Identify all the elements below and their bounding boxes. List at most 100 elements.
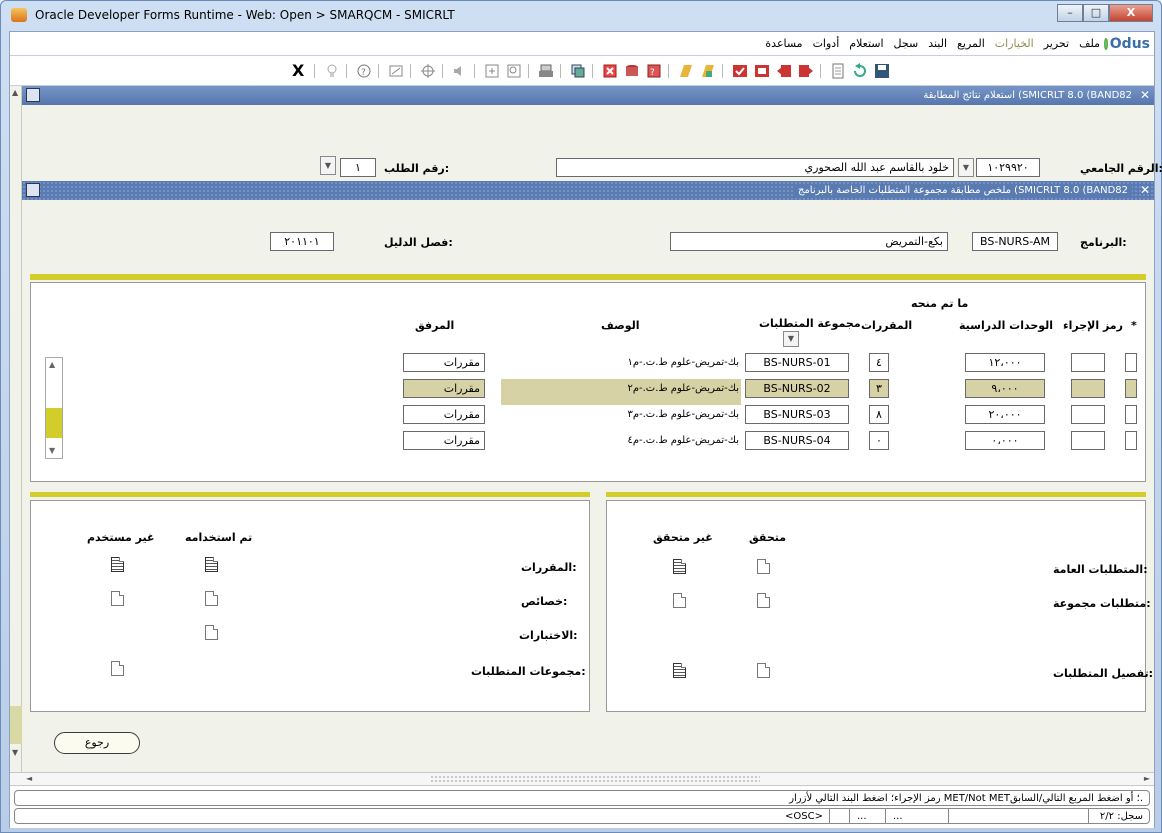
delete-record-icon[interactable] bbox=[602, 63, 618, 79]
lightbulb-icon[interactable] bbox=[324, 63, 340, 79]
edit-field-icon[interactable] bbox=[388, 63, 404, 79]
general-not-met-doc-icon[interactable] bbox=[673, 559, 686, 574]
grid-scroll-down-icon[interactable]: ▼ bbox=[49, 446, 55, 455]
group-met-doc-icon[interactable] bbox=[757, 593, 770, 608]
menu-options[interactable]: الخيارات bbox=[995, 37, 1034, 50]
credits-field: ٢٠،٠٠٠ bbox=[965, 405, 1045, 424]
attach-field[interactable]: مقررات bbox=[403, 353, 485, 372]
close-section-icon[interactable]: ✕ bbox=[1140, 88, 1150, 102]
courses-unused-doc-icon[interactable] bbox=[111, 557, 124, 572]
zoom-in-icon[interactable] bbox=[484, 63, 500, 79]
menu-file[interactable]: ملف bbox=[1079, 37, 1100, 50]
attach-field[interactable]: مقررات bbox=[403, 379, 485, 398]
menu-item[interactable]: البند bbox=[928, 37, 947, 50]
speaker-icon[interactable] bbox=[452, 63, 468, 79]
met-panel: متحقق غير متحقق المتطلبات العامة: متطلبا… bbox=[606, 500, 1153, 712]
request-no-lov-button[interactable]: ▼ bbox=[320, 156, 336, 175]
title-bar: Oracle Developer Forms Runtime - Web: Op… bbox=[1, 1, 1161, 29]
catalog-term-field: ٢٠١١٠١ bbox=[270, 232, 334, 251]
row-select-checkbox[interactable] bbox=[1125, 431, 1137, 450]
attributes-unused-doc-icon[interactable] bbox=[111, 591, 124, 606]
tests-label: الاختبارات: bbox=[519, 629, 578, 642]
credits-header: الوحدات الدراسية bbox=[959, 319, 1054, 332]
request-no-field[interactable]: ١ bbox=[340, 158, 376, 177]
close-section-icon[interactable]: ✕ bbox=[1140, 183, 1150, 197]
maximize-button[interactable]: □ bbox=[1083, 4, 1109, 22]
program-code-field[interactable]: BS-NURS-AM bbox=[972, 232, 1058, 251]
horizontal-scroll-track[interactable] bbox=[430, 775, 760, 784]
scroll-thumb[interactable] bbox=[10, 706, 22, 744]
menu-edit[interactable]: تحرير bbox=[1044, 37, 1069, 50]
action-code-field[interactable] bbox=[1071, 431, 1105, 450]
scroll-up-arrow-icon[interactable]: ▲ bbox=[12, 88, 18, 97]
menu-query[interactable]: استعلام bbox=[849, 37, 883, 50]
group-sort-button[interactable]: ▼ bbox=[783, 331, 799, 347]
help-icon[interactable]: ? bbox=[356, 63, 372, 79]
action-code-field[interactable] bbox=[1071, 353, 1105, 372]
grid-scroll-up-icon[interactable]: ▲ bbox=[49, 360, 55, 369]
database-icon[interactable] bbox=[624, 63, 640, 79]
crosshair-icon[interactable] bbox=[420, 63, 436, 79]
attach-field[interactable]: مقررات bbox=[403, 405, 485, 424]
groups-unused-doc-icon[interactable] bbox=[111, 661, 124, 676]
minimize-button[interactable]: – bbox=[1057, 4, 1083, 22]
general-met-doc-icon[interactable] bbox=[757, 559, 770, 574]
horizontal-scrollbar[interactable]: ◄ ► bbox=[10, 772, 1154, 786]
execute-query-icon[interactable] bbox=[700, 63, 716, 79]
document-icon[interactable] bbox=[830, 63, 846, 79]
detail-not-met-doc-icon[interactable] bbox=[673, 663, 686, 678]
toolbar: X ? ? bbox=[10, 56, 1154, 86]
menu-record[interactable]: سجل bbox=[894, 37, 919, 50]
courses-field: ٠ bbox=[869, 431, 889, 450]
row-select-checkbox[interactable] bbox=[1125, 353, 1137, 372]
courses-header: المقررات bbox=[861, 319, 913, 332]
menu-tools[interactable]: أدوات bbox=[813, 37, 840, 50]
grid-scroll-thumb[interactable] bbox=[46, 408, 62, 438]
rollback-icon[interactable] bbox=[852, 63, 868, 79]
action-code-field[interactable] bbox=[1071, 379, 1105, 398]
desc-header: الوصف bbox=[601, 319, 640, 332]
scroll-left-icon[interactable]: ◄ bbox=[26, 774, 32, 783]
save-record-icon[interactable] bbox=[732, 63, 748, 79]
row-select-checkbox[interactable] bbox=[1125, 405, 1137, 424]
row-select-checkbox[interactable] bbox=[1125, 379, 1137, 398]
canvas-vertical-scrollbar[interactable]: ▲ ▼ bbox=[10, 86, 22, 772]
general-req-label: المتطلبات العامة: bbox=[1053, 563, 1148, 576]
grid-scrollbar[interactable]: ▲ ▼ bbox=[45, 357, 63, 459]
hint-text: رمز الإجراء؛ اضغط البند التالي لأزرار ME… bbox=[789, 792, 1143, 804]
print-icon[interactable] bbox=[538, 63, 554, 79]
section-title-results: استعلام نتائج المطابقة (SMICRLT 8.0 (BAN… bbox=[22, 86, 1154, 105]
group-not-met-doc-icon[interactable] bbox=[673, 593, 686, 608]
req-group-field[interactable]: BS-NURS-03 bbox=[745, 405, 849, 424]
exit-icon[interactable]: X bbox=[292, 61, 308, 80]
hint-line: رمز الإجراء؛ اضغط البند التالي لأزرار ME… bbox=[14, 790, 1150, 806]
zoom-icon[interactable] bbox=[506, 63, 522, 79]
attributes-used-doc-icon[interactable] bbox=[205, 591, 218, 606]
previous-block-icon[interactable] bbox=[776, 63, 792, 79]
enter-query-icon[interactable] bbox=[678, 63, 694, 79]
detail-met-doc-icon[interactable] bbox=[757, 663, 770, 678]
menu-block[interactable]: المريع bbox=[957, 37, 985, 50]
student-id-field[interactable]: ١٠٢٩٩٢٠ bbox=[976, 158, 1040, 177]
req-group-field[interactable]: BS-NURS-04 bbox=[745, 431, 849, 450]
save-icon[interactable] bbox=[874, 63, 890, 79]
menu-help[interactable]: مساعدة bbox=[765, 37, 802, 50]
scroll-down-arrow-icon[interactable]: ▼ bbox=[12, 748, 18, 757]
student-id-lov-button[interactable]: ▼ bbox=[958, 158, 974, 177]
not-met-header: غير متحقق bbox=[653, 531, 713, 544]
copy-icon[interactable] bbox=[570, 63, 586, 79]
clear-icon[interactable]: ? bbox=[646, 63, 662, 79]
next-block-icon[interactable] bbox=[798, 63, 814, 79]
req-group-field[interactable]: BS-NURS-01 bbox=[745, 353, 849, 372]
record-icon[interactable] bbox=[754, 63, 770, 79]
tests-used-doc-icon[interactable] bbox=[205, 625, 218, 640]
close-button[interactable]: X bbox=[1109, 4, 1153, 22]
attach-field[interactable]: مقررات bbox=[403, 431, 485, 450]
action-code-field[interactable] bbox=[1071, 405, 1105, 424]
yellow-divider bbox=[30, 274, 1146, 280]
catalog-term-label: فصل الدليل: bbox=[384, 236, 453, 249]
back-button[interactable]: رجوع bbox=[54, 732, 140, 754]
scroll-right-icon[interactable]: ► bbox=[1144, 774, 1150, 783]
req-group-field[interactable]: BS-NURS-02 bbox=[745, 379, 849, 398]
courses-used-doc-icon[interactable] bbox=[205, 557, 218, 572]
